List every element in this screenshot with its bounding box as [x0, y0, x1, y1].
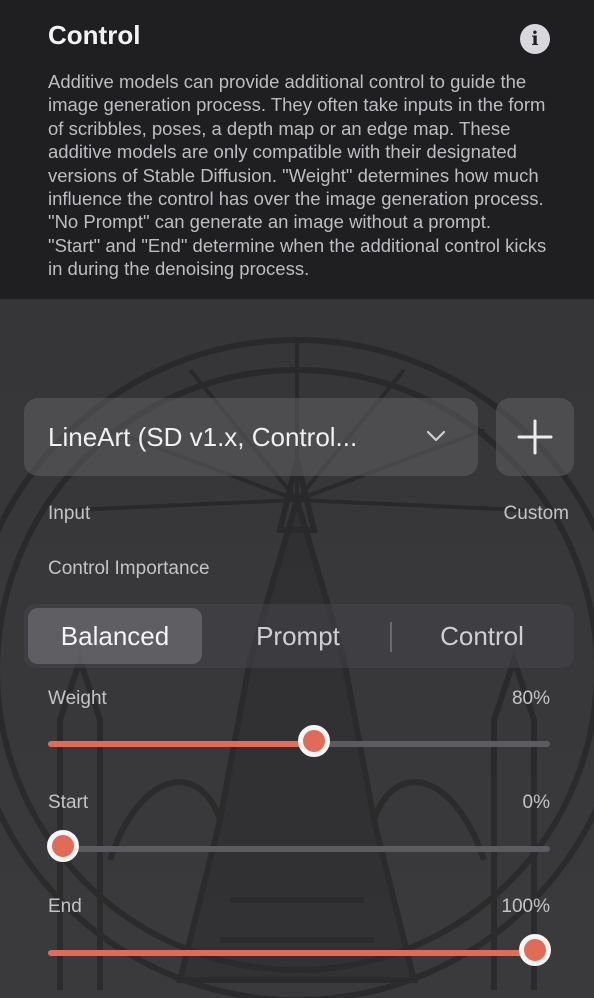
start-label: Start — [48, 792, 89, 813]
input-label: Input — [48, 503, 91, 524]
weight-value: 80% — [511, 688, 550, 709]
add-control-button[interactable] — [496, 398, 574, 476]
weight-slider-thumb[interactable] — [298, 725, 331, 757]
end-label: End — [48, 896, 82, 917]
panel-title: Control — [48, 20, 141, 50]
control-importance-label: Control Importance — [48, 558, 210, 579]
start-slider[interactable] — [47, 830, 550, 862]
description-text: Additive models can provide additional c… — [48, 71, 547, 280]
weight-slider-fill — [48, 741, 315, 747]
control-panel: Control i Additive models can provide ad… — [0, 0, 594, 998]
chevron-down-icon — [426, 430, 446, 442]
start-slider-thumb[interactable] — [47, 830, 80, 862]
end-value: 100% — [501, 896, 550, 917]
weight-slider[interactable] — [48, 725, 550, 757]
info-icon[interactable]: i — [520, 24, 550, 54]
weight-label: Weight — [48, 688, 107, 709]
segment-control[interactable]: Control — [394, 608, 570, 664]
end-slider-fill — [48, 950, 535, 956]
info-glyph: i — [531, 28, 539, 50]
model-select-value: LineArt (SD v1.x, Control... — [48, 421, 358, 452]
control-importance-segmented: Balanced Prompt Control — [24, 604, 574, 668]
model-select[interactable]: LineArt (SD v1.x, Control... — [24, 398, 478, 476]
end-slider[interactable] — [48, 934, 551, 966]
segment-divider — [390, 622, 392, 652]
plus-icon — [517, 419, 553, 455]
segment-prompt[interactable]: Prompt — [208, 608, 388, 664]
segment-balanced[interactable]: Balanced — [28, 608, 202, 664]
input-value-custom[interactable]: Custom — [504, 503, 569, 525]
end-slider-thumb[interactable] — [518, 934, 551, 966]
start-value: 0% — [522, 792, 550, 813]
